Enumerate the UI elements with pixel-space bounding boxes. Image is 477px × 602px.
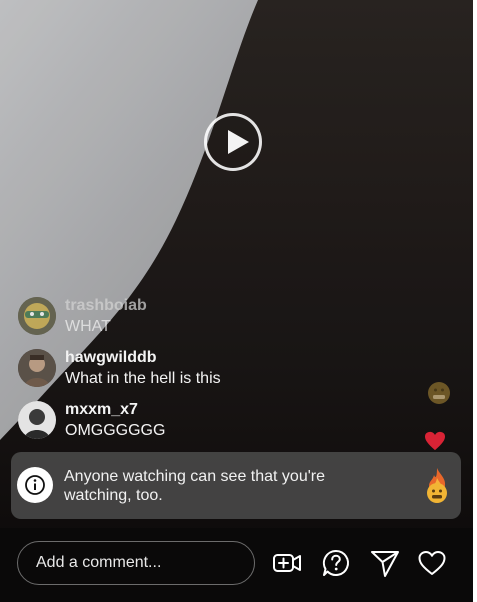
bottom-bar — [0, 528, 473, 602]
play-icon — [228, 130, 249, 154]
viewer-notice: Anyone watching can see that you're watc… — [11, 452, 461, 519]
notice-icon-badge — [17, 467, 53, 503]
play-button[interactable] — [204, 113, 262, 171]
comment-text: WHAT — [65, 318, 111, 335]
comment-username[interactable]: mxxm_x7 — [65, 401, 138, 419]
add-video-icon[interactable] — [272, 548, 302, 578]
comment-text: OMGGGGGG — [65, 422, 166, 439]
grimace-emoji-icon — [427, 381, 451, 410]
comment-item: trashboiab WHAT — [18, 295, 278, 341]
fire-emoji-icon — [423, 466, 451, 511]
comment-item: hawgwilddb What in the hell is this — [18, 347, 278, 393]
info-icon — [25, 475, 45, 495]
comment-text: What in the hell is this — [65, 370, 221, 387]
comment-username[interactable]: hawgwilddb — [65, 349, 157, 367]
live-stream-screen: trashboiab WHAT hawgwilddb What in the h… — [0, 0, 473, 602]
comment-input[interactable] — [17, 541, 255, 585]
heart-icon[interactable] — [417, 548, 447, 578]
notice-text: Anyone watching can see that you're watc… — [64, 468, 325, 504]
comment-username[interactable]: trashboiab — [65, 297, 147, 315]
send-icon[interactable] — [370, 548, 400, 578]
avatar[interactable] — [18, 349, 56, 387]
comment-item: mxxm_x7 OMGGGGGG — [18, 399, 278, 445]
avatar[interactable] — [18, 297, 56, 335]
avatar[interactable] — [18, 401, 56, 439]
question-icon[interactable] — [321, 548, 351, 578]
